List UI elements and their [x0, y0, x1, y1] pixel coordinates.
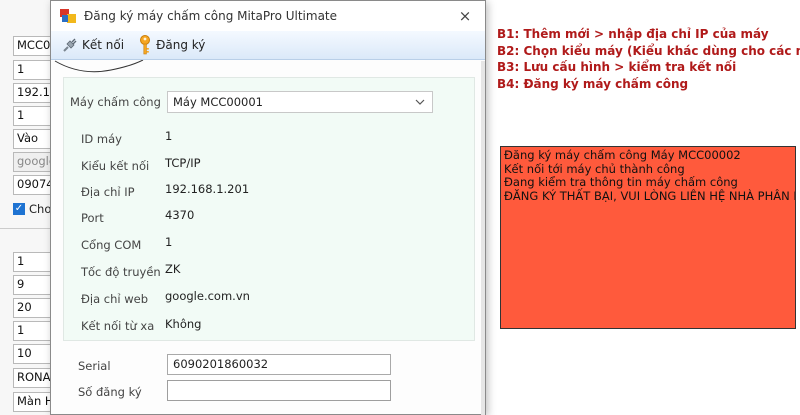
device-select-value: Máy MCC00001 [173, 95, 263, 109]
info-value-baud: ZK [165, 262, 181, 276]
status-log[interactable]: Đăng ký máy chấm công Máy MCC00002 Kết n… [500, 146, 796, 329]
bg-divider [0, 228, 56, 229]
device-select[interactable]: Máy MCC00001 [167, 91, 433, 113]
status-line: ĐĂNG KÝ THẤT BẠI, VUI LÒNG LIÊN HỆ NHÀ P… [504, 188, 796, 203]
status-line: Đăng ký máy chấm công Máy MCC00002 [504, 148, 741, 162]
plug-icon [63, 38, 77, 52]
info-label-baud: Tốc độ truyền [81, 265, 161, 279]
dialog-title: Đăng ký máy chấm công MitaPro Ultimate [84, 9, 338, 23]
instruction-step-2: B2: Chọn kiểu máy (Kiểu khác dùng cho cá… [497, 43, 800, 58]
info-value-remote: Không [165, 317, 202, 331]
regno-input[interactable] [167, 380, 391, 401]
bg-checkbox[interactable]: ✓ Cho [13, 202, 51, 216]
connect-label: Kết nối [82, 38, 125, 52]
close-button[interactable]: × [455, 6, 475, 26]
instruction-step-1: B1: Thêm mới > nhập địa chỉ IP của máy [497, 27, 769, 41]
checkbox-checked-icon: ✓ [13, 203, 25, 215]
status-line: Đang kiểm tra thông tin máy chấm công [504, 175, 738, 189]
info-label-com: Cổng COM [81, 238, 142, 252]
info-value-ip: 192.168.1.201 [165, 182, 250, 196]
device-label: Máy chấm công [70, 95, 161, 109]
register-label: Đăng ký [156, 38, 206, 52]
status-line: Kết nối tới máy chủ thành công [504, 161, 685, 176]
regno-label: Số đăng ký [78, 385, 142, 399]
info-value-id: 1 [165, 129, 173, 143]
serial-label: Serial [78, 359, 111, 373]
bg-checkbox-label: Cho [29, 202, 52, 216]
toolbar-curve-decoration [54, 60, 144, 73]
info-value-port: 4370 [165, 208, 195, 222]
connect-button[interactable]: Kết nối [59, 33, 127, 57]
info-label-ip: Địa chỉ IP [81, 185, 135, 199]
register-dialog: Đăng ký máy chấm công MitaPro Ultimate ×… [50, 0, 486, 415]
info-value-conn-type: TCP/IP [165, 156, 201, 170]
info-label-remote: Kết nối từ xa [81, 319, 155, 333]
info-label-web: Địa chỉ web [81, 292, 149, 306]
app-logo-icon [60, 9, 76, 23]
instructions-panel: B1: Thêm mới > nhập địa chỉ IP của máy B… [497, 26, 800, 92]
info-label-port: Port [81, 211, 104, 225]
info-label-conn-type: Kiểu kết nối [81, 159, 150, 173]
info-label-id: ID máy [81, 132, 122, 146]
instruction-step-4: B4: Đăng ký máy chấm công [497, 76, 689, 91]
dialog-titlebar[interactable]: Đăng ký máy chấm công MitaPro Ultimate × [51, 1, 485, 31]
register-button[interactable]: Đăng ký [135, 33, 208, 57]
chevron-down-icon [415, 99, 425, 105]
info-value-com: 1 [165, 235, 173, 249]
instruction-step-3: B3: Lưu cấu hình > kiểm tra kết nối [497, 60, 737, 74]
dialog-scrollbar[interactable] [481, 61, 485, 415]
key-icon [140, 35, 151, 55]
dialog-toolbar: Kết nối Đăng ký [51, 31, 485, 60]
info-value-web: google.com.vn [165, 289, 250, 303]
serial-input[interactable]: 6090201860032 [167, 354, 391, 375]
